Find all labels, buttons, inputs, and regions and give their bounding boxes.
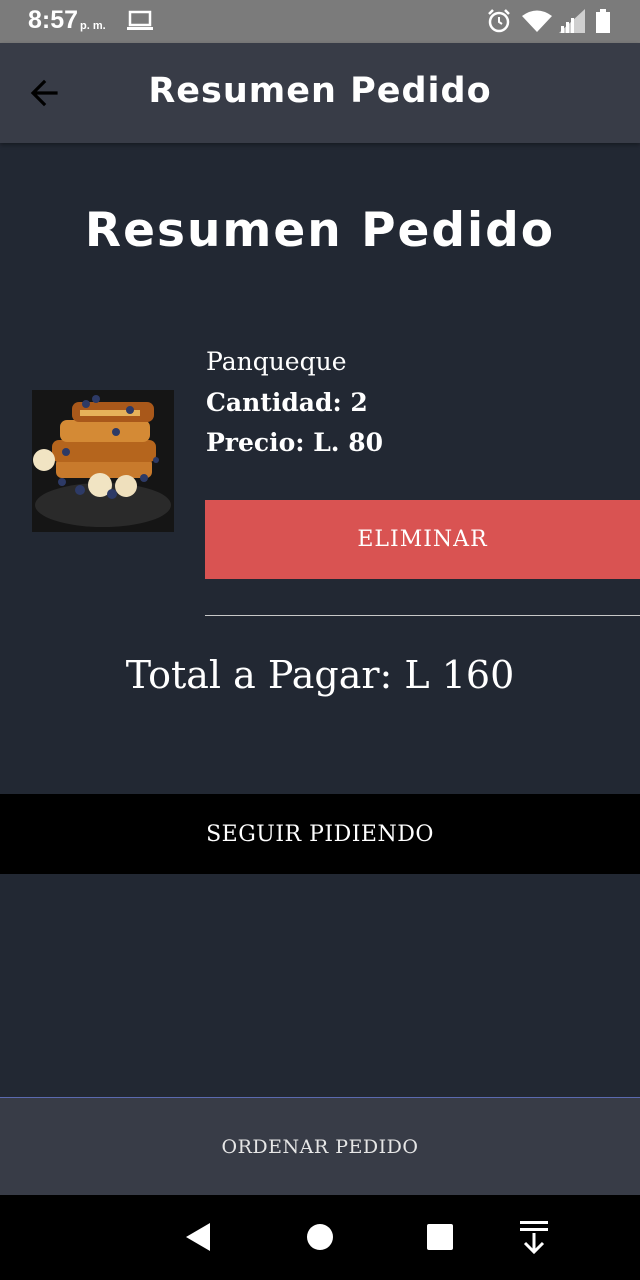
order-total: Total a Pagar: L 160 (125, 653, 515, 697)
continue-ordering-button[interactable]: SEGUIR PIDIENDO (0, 794, 640, 874)
page-title: Resumen Pedido (84, 203, 556, 258)
status-bar: 8:57 p. m. (0, 0, 640, 43)
alarm-icon (487, 8, 511, 38)
signal-icon (559, 9, 585, 37)
remove-item-button[interactable]: ELIMINAR (205, 500, 640, 579)
status-time: 8:57 (28, 6, 79, 34)
home-circle-icon[interactable] (298, 1215, 342, 1259)
app-bar: Resumen Pedido (0, 43, 640, 143)
notifications-pull-icon[interactable] (512, 1215, 556, 1259)
item-name: Panqueque (206, 347, 347, 376)
recents-square-icon[interactable] (418, 1215, 462, 1259)
navigation-bar (0, 1195, 640, 1280)
battery-icon (595, 9, 611, 37)
wifi-icon (522, 9, 552, 37)
item-image (32, 390, 174, 532)
item-price: Precio: L. 80 (206, 428, 383, 457)
item-quantity: Cantidad: 2 (206, 388, 368, 417)
app-bar-title: Resumen Pedido (148, 71, 492, 111)
laptop-icon (127, 10, 153, 36)
status-ampm: p. m. (80, 20, 106, 32)
divider (205, 615, 640, 616)
back-triangle-icon[interactable] (176, 1215, 220, 1259)
place-order-button[interactable]: ORDENAR PEDIDO (0, 1097, 640, 1195)
